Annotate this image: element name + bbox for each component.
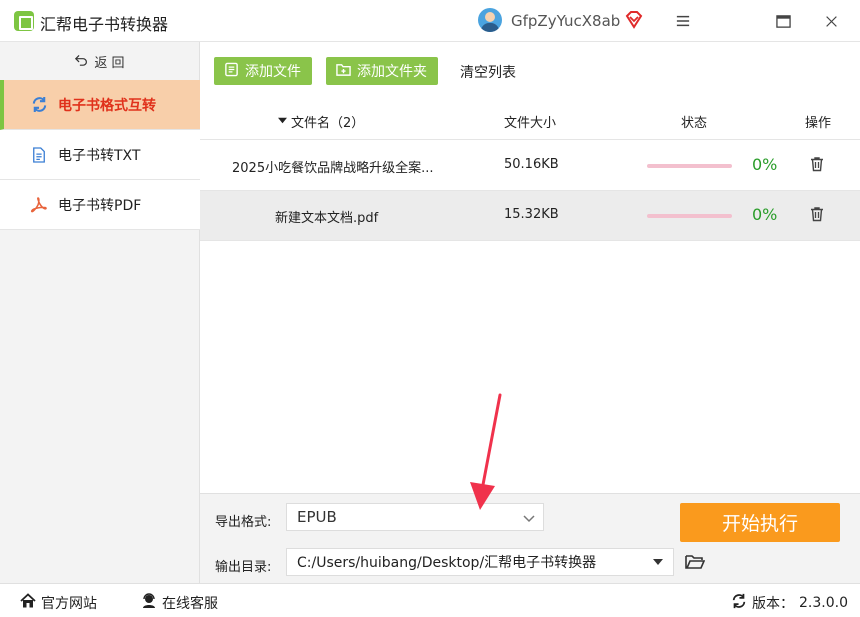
close-icon[interactable] <box>816 6 846 36</box>
sidebar: 返 回 电子书格式互转 电子书转TXT 电子书转PDF <box>0 42 200 583</box>
version-value: 2.3.0.0 <box>799 595 848 611</box>
update-icon <box>731 593 747 613</box>
pdf-icon <box>30 196 48 214</box>
column-header-ops: 操作 <box>805 116 832 131</box>
add-folder-button[interactable]: 添加文件夹 <box>326 57 438 85</box>
app-logo-icon <box>14 11 34 31</box>
user-avatar[interactable] <box>478 8 502 32</box>
format-value: EPUB <box>297 508 337 526</box>
back-arrow-icon <box>75 53 88 70</box>
open-folder-icon[interactable] <box>685 553 706 571</box>
file-table-header: 文件名（2） 文件大小 状态 操作 <box>200 100 860 140</box>
format-select[interactable]: EPUB <box>286 503 544 531</box>
column-header-size: 文件大小 <box>504 116 557 131</box>
official-site-link[interactable]: 官方网站 <box>20 593 97 613</box>
delete-icon[interactable] <box>809 156 827 174</box>
table-row[interactable]: 2025小吃餐饮品牌战略升级全案... 50.16KB 0% <box>200 141 860 191</box>
version-info[interactable]: 版本： 2.3.0.0 <box>731 593 848 613</box>
sidebar-item-label: 电子书格式互转 <box>58 97 156 114</box>
clear-list-button[interactable]: 清空列表 <box>460 62 516 82</box>
vip-diamond-icon[interactable] <box>624 10 644 30</box>
caret-down-icon <box>653 559 663 565</box>
back-button[interactable]: 返 回 <box>0 42 200 80</box>
progress-bar <box>647 214 732 218</box>
start-button[interactable]: 开始执行 <box>680 503 840 542</box>
status-bar: 官方网站 在线客服 版本： 2.3.0.0 <box>0 583 860 617</box>
progress-percent: 0% <box>752 205 778 224</box>
toolbar: 添加文件 添加文件夹 清空列表 <box>200 42 860 100</box>
file-name: 新建文本文档.pdf <box>275 211 379 226</box>
sidebar-item-format-convert[interactable]: 电子书格式互转 <box>0 80 200 130</box>
file-size: 15.32KB <box>504 207 559 222</box>
sort-down-icon <box>278 114 287 129</box>
add-file-button[interactable]: 添加文件 <box>214 57 312 85</box>
column-header-status: 状态 <box>681 116 708 131</box>
sidebar-item-label: 电子书转PDF <box>58 197 142 214</box>
title-bar: 汇帮电子书转换器 GfpZyYucX8ab <box>0 0 860 42</box>
file-size: 50.16KB <box>504 157 559 172</box>
version-label: 版本： <box>752 596 794 612</box>
chevron-down-icon <box>523 510 535 528</box>
add-folder-icon <box>336 62 351 81</box>
delete-icon[interactable] <box>809 206 827 224</box>
app-title: 汇帮电子书转换器 <box>40 15 169 34</box>
username[interactable]: GfpZyYucX8ab <box>511 12 620 30</box>
online-support-link[interactable]: 在线客服 <box>141 593 218 613</box>
txt-document-icon <box>30 146 48 164</box>
back-label: 返 回 <box>94 55 125 71</box>
output-dir-value: C:/Users/huibang/Desktop/汇帮电子书转换器 <box>297 555 597 571</box>
progress-percent: 0% <box>752 155 778 174</box>
add-file-label: 添加文件 <box>245 64 301 80</box>
table-row[interactable]: 新建文本文档.pdf 15.32KB 0% <box>200 191 860 241</box>
file-name: 2025小吃餐饮品牌战略升级全案... <box>232 161 434 176</box>
refresh-icon <box>30 96 48 114</box>
progress-bar <box>647 164 732 168</box>
maximize-icon[interactable] <box>768 6 798 36</box>
hamburger-menu-icon[interactable] <box>668 6 698 36</box>
home-icon <box>20 593 36 613</box>
column-header-name[interactable]: 文件名（2） <box>278 112 364 131</box>
support-agent-icon <box>141 593 157 613</box>
sidebar-item-to-txt[interactable]: 电子书转TXT <box>0 130 200 180</box>
add-file-icon <box>224 62 239 81</box>
sidebar-item-to-pdf[interactable]: 电子书转PDF <box>0 180 200 230</box>
add-folder-label: 添加文件夹 <box>357 64 427 80</box>
dir-label: 输出目录: <box>215 560 272 575</box>
format-label: 导出格式: <box>215 515 272 530</box>
sidebar-item-label: 电子书转TXT <box>58 147 141 164</box>
output-settings-panel: 导出格式: EPUB 输出目录: C:/Users/huibang/Deskto… <box>200 493 860 583</box>
output-dir-select[interactable]: C:/Users/huibang/Desktop/汇帮电子书转换器 <box>286 548 674 576</box>
